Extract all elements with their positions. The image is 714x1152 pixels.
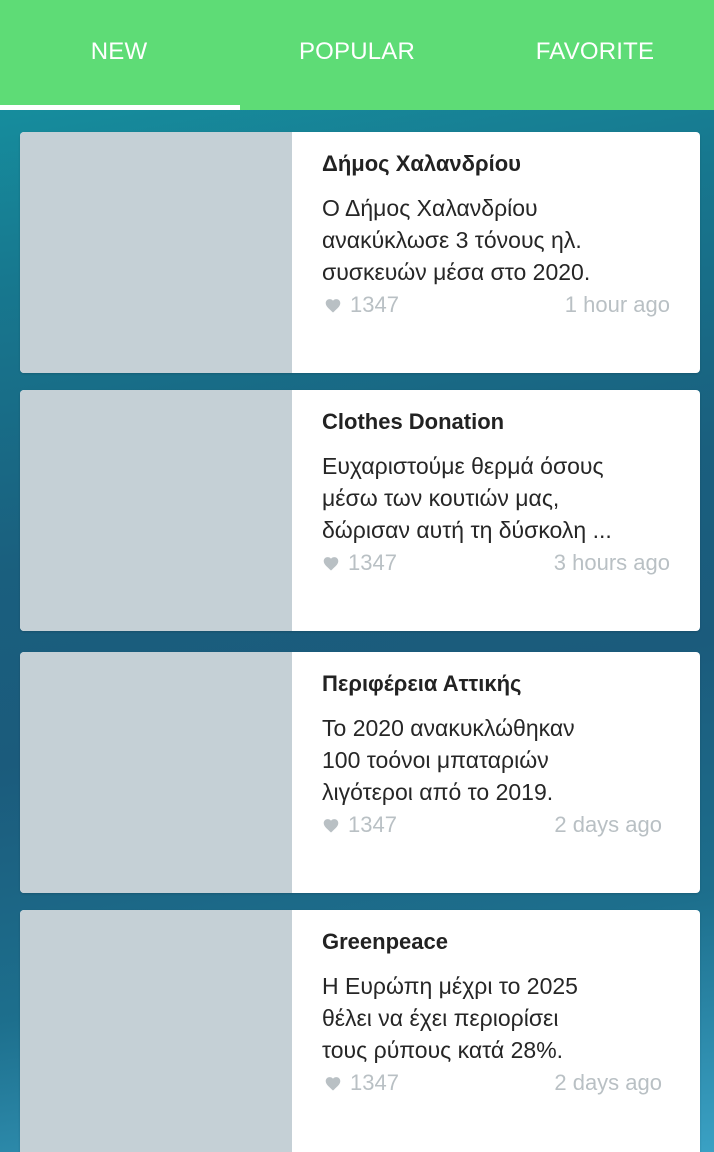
news-card-content: Clothes Donation Ευχαριστούμε θερμά όσου… bbox=[292, 390, 700, 631]
news-card[interactable]: Δήμος Χαλανδρίου Ο Δήμος Χαλανδρίου ανακ… bbox=[20, 132, 700, 373]
news-card[interactable]: Greenpeace Η Ευρώπη μέχρι το 2025 θέλει … bbox=[20, 910, 700, 1152]
news-card-content: Δήμος Χαλανδρίου Ο Δήμος Χαλανδρίου ανακ… bbox=[292, 132, 700, 373]
news-text: Το 2020 ανακυκλώθηκαν 100 τοόνοι μπαταρι… bbox=[322, 715, 575, 805]
news-card-content: Περιφέρεια Αττικής Το 2020 ανακυκλώθηκαν… bbox=[292, 652, 700, 893]
like-button[interactable]: 1347 bbox=[324, 292, 399, 318]
news-card-content: Greenpeace Η Ευρώπη μέχρι το 2025 θέλει … bbox=[292, 910, 700, 1152]
news-card[interactable]: Clothes Donation Ευχαριστούμε θερμά όσου… bbox=[20, 390, 700, 631]
like-button[interactable]: 1347 bbox=[322, 812, 397, 838]
tab-new-label: NEW bbox=[90, 38, 148, 65]
news-thumbnail bbox=[20, 652, 292, 893]
tab-favorite-label: FAVORITE bbox=[535, 38, 655, 65]
news-timestamp: 3 hours ago bbox=[553, 550, 670, 575]
like-button[interactable]: 1347 bbox=[322, 550, 397, 576]
heart-icon bbox=[323, 819, 339, 833]
like-count: 1347 bbox=[350, 1070, 399, 1095]
news-thumbnail bbox=[20, 910, 292, 1152]
news-thumbnail bbox=[20, 132, 292, 373]
news-feed-screen: NEW POPULAR FAVORITE Δήμος Χαλανδρίου Ο … bbox=[0, 0, 714, 1152]
news-meta: 1347 3 hours ago bbox=[322, 550, 670, 576]
news-title: Greenpeace bbox=[322, 929, 448, 954]
tab-new[interactable]: NEW bbox=[0, 0, 240, 110]
news-title: Δήμος Χαλανδρίου bbox=[322, 151, 521, 176]
tab-popular[interactable]: POPULAR bbox=[238, 0, 476, 110]
like-count: 1347 bbox=[348, 812, 397, 837]
news-title: Clothes Donation bbox=[322, 409, 505, 434]
news-timestamp: 1 hour ago bbox=[564, 292, 670, 317]
news-meta: 1347 2 days ago bbox=[324, 1070, 662, 1096]
tab-popular-label: POPULAR bbox=[298, 38, 416, 65]
news-thumbnail bbox=[20, 390, 292, 631]
tab-favorite[interactable]: FAVORITE bbox=[476, 0, 714, 110]
like-count: 1347 bbox=[348, 550, 397, 575]
news-card[interactable]: Περιφέρεια Αττικής Το 2020 ανακυκλώθηκαν… bbox=[20, 652, 700, 893]
news-text: Ο Δήμος Χαλανδρίου ανακύκλωσε 3 τόνους η… bbox=[322, 195, 591, 285]
news-meta: 1347 2 days ago bbox=[322, 812, 662, 838]
active-tab-indicator bbox=[0, 105, 240, 110]
tab-bar: NEW POPULAR FAVORITE bbox=[0, 0, 714, 110]
news-timestamp: 2 days ago bbox=[554, 812, 662, 837]
heart-icon bbox=[325, 299, 341, 313]
news-title: Περιφέρεια Αττικής bbox=[322, 671, 522, 696]
news-timestamp: 2 days ago bbox=[554, 1070, 662, 1095]
heart-icon bbox=[325, 1077, 341, 1091]
like-button[interactable]: 1347 bbox=[324, 1070, 399, 1096]
heart-icon bbox=[323, 557, 339, 571]
news-text: Η Ευρώπη μέχρι το 2025 θέλει να έχει περ… bbox=[322, 973, 578, 1063]
news-meta: 1347 1 hour ago bbox=[324, 292, 670, 318]
news-text: Ευχαριστούμε θερμά όσους μέσω των κουτιώ… bbox=[322, 453, 612, 543]
like-count: 1347 bbox=[350, 292, 399, 317]
